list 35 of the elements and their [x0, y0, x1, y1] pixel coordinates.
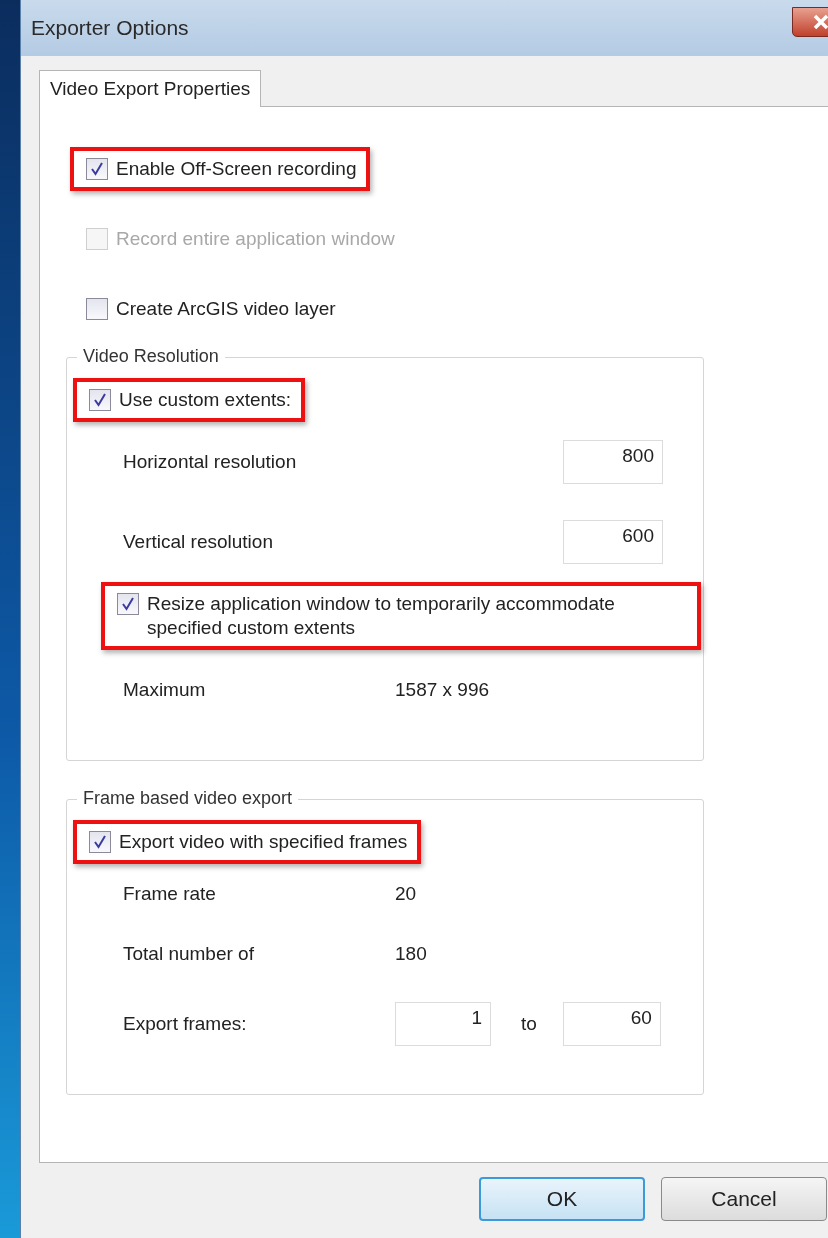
checkbox-label: Resize application window to temporarily accommodate specified custom extents	[147, 592, 616, 640]
checkbox[interactable]	[89, 831, 111, 853]
separator-label: to	[521, 1013, 537, 1035]
group-title: Frame based video export	[77, 788, 299, 809]
checkbox[interactable]	[89, 389, 111, 411]
field-value: 180	[395, 943, 427, 965]
field-label: Total number of	[123, 943, 255, 965]
close-icon	[812, 14, 828, 30]
checkbox-label: Create ArcGIS video layer	[116, 297, 336, 321]
field-label: Export frames:	[123, 1013, 248, 1035]
cancel-button[interactable]: Cancel	[661, 1177, 827, 1221]
field-label: Frame rate	[123, 883, 217, 905]
input-field[interactable]: 1	[395, 1002, 491, 1046]
checkbox-label: Export video with specified frames	[119, 830, 408, 854]
field-value: 1587 x 996	[395, 679, 490, 701]
checkbox-label: Use custom extents:	[119, 388, 292, 412]
checkbox[interactable]	[86, 298, 108, 320]
checkbox-label: Record entire application window	[116, 227, 395, 251]
ok-button[interactable]: OK	[479, 1177, 645, 1221]
input-field[interactable]: 60	[562, 1002, 661, 1046]
input-field[interactable]: 600	[563, 520, 663, 564]
tab[interactable]: Video Export Properties	[39, 70, 262, 107]
field-value: 20	[395, 883, 417, 905]
checkmark-icon	[121, 597, 135, 611]
field-label: Vertical resolution	[123, 531, 274, 553]
field-label: Horizontal resolution	[123, 451, 298, 473]
input-field[interactable]: 800	[563, 440, 663, 484]
window-title: Exporter Options	[31, 16, 189, 40]
field-label: Maximum	[123, 679, 207, 701]
checkmark-icon	[93, 835, 107, 849]
checkbox[interactable]	[86, 158, 108, 180]
checkmark-icon	[93, 393, 107, 407]
checkmark-icon	[90, 162, 104, 176]
checkbox-label: Enable Off-Screen recording	[116, 157, 357, 181]
checkbox[interactable]	[117, 593, 139, 615]
